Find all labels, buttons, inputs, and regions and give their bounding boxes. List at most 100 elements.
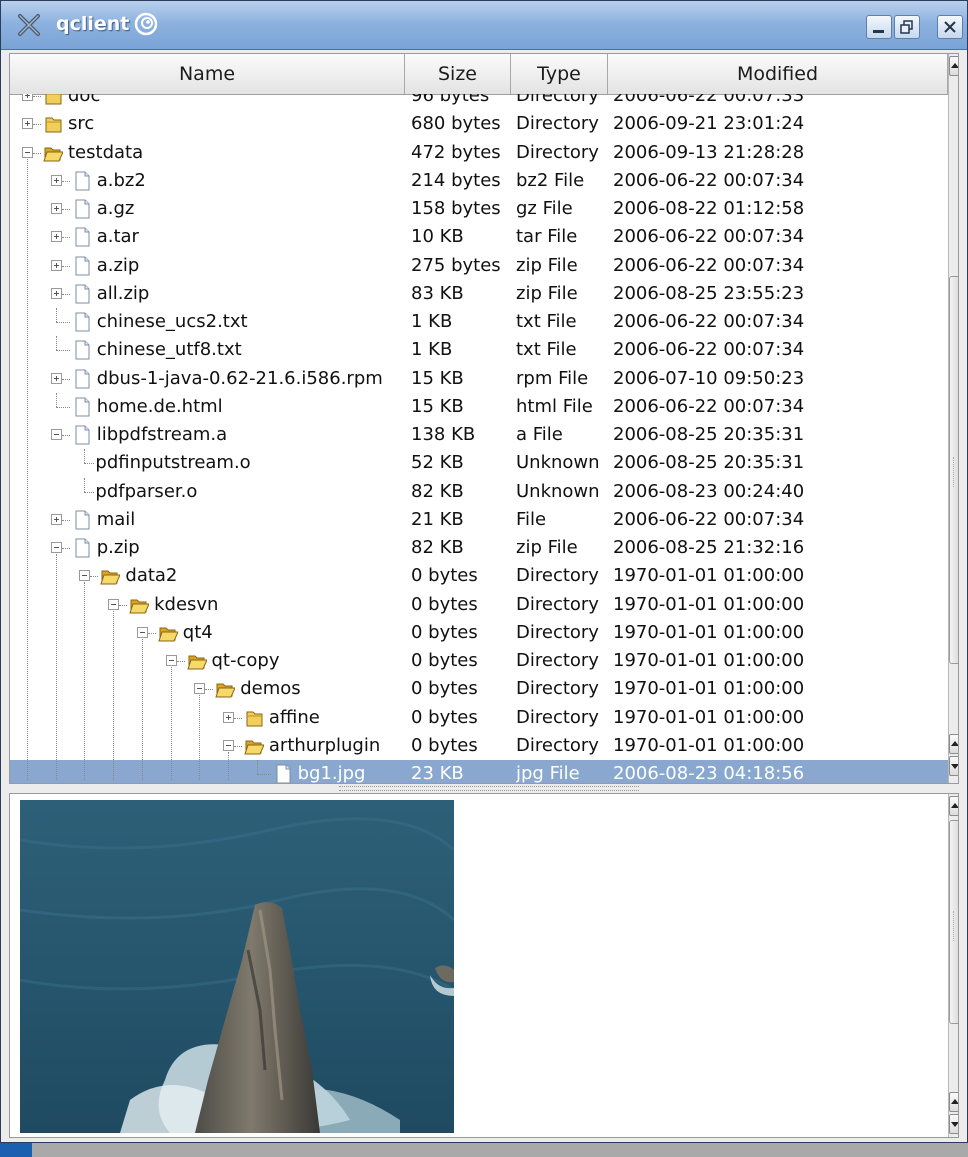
preview-scroll-thumb[interactable] — [949, 820, 958, 1024]
row-type: Directory — [516, 734, 599, 756]
collapse-icon[interactable] — [108, 598, 120, 610]
tree-guide-line — [84, 582, 86, 780]
table-row[interactable]: all.zip 83 KB zip File 2006-08-25 23:55:23 — [10, 280, 948, 308]
row-name: chinese_ucs2.txt — [96, 311, 248, 332]
table-row[interactable]: mail 21 KB File 2006-06-22 00:07:34 — [10, 506, 948, 534]
collapse-icon[interactable] — [50, 542, 62, 553]
title-bar[interactable]: qclient — [1, 1, 967, 50]
column-name[interactable]: Name — [10, 54, 405, 94]
row-modified: 2006-08-25 20:35:31 — [613, 452, 805, 474]
row-size: 0 bytes — [411, 734, 478, 756]
folder-open-icon — [158, 622, 179, 644]
collapse-icon[interactable] — [222, 739, 234, 751]
qclient-window: qclient Name Size Type Modified doc 96 b… — [0, 0, 968, 1143]
row-modified: 2006-06-22 00:07:34 — [613, 254, 805, 276]
collapse-icon[interactable] — [79, 570, 91, 582]
preview-scrollbar[interactable] — [948, 794, 958, 1137]
collapse-icon[interactable] — [165, 655, 177, 666]
table-row[interactable]: a.tar 10 KB tar File 2006-06-22 00:07:34 — [10, 223, 948, 251]
row-type: File — [516, 508, 547, 530]
collapse-icon[interactable] — [194, 683, 206, 695]
file-tree-view[interactable]: Name Size Type Modified doc 96 bytes Direc… — [9, 53, 959, 784]
table-row[interactable]: p.zip 82 KB zip File 2006-08-25 21:32:16 — [10, 534, 948, 562]
arrow-up-icon — [951, 741, 958, 746]
row-type: Directory — [516, 593, 599, 615]
row-size: 83 KB — [411, 282, 464, 304]
table-row[interactable]: doc 96 bytes Directory 2006-06-22 00:07:33 — [10, 94, 948, 110]
row-modified: 2006-06-22 00:07:34 — [613, 508, 805, 530]
minimize-button[interactable] — [866, 15, 892, 39]
preview-scroll-up-top-button[interactable] — [949, 796, 958, 816]
expand-icon[interactable] — [50, 513, 62, 525]
row-name: qt4 — [182, 621, 213, 643]
restore-button[interactable] — [894, 15, 920, 39]
preview-scroll-up-button[interactable] — [949, 1092, 958, 1112]
expand-icon[interactable] — [50, 174, 62, 186]
expand-icon[interactable] — [22, 118, 33, 130]
table-row[interactable]: pdfparser.o 82 KB Unknown 2006-08-23 00:24:… — [10, 477, 948, 506]
table-row[interactable]: dbus-1-java-0.62-21.6.i586.rpm 15 KB rpm F… — [10, 365, 948, 393]
table-row[interactable]: src 680 bytes Directory 2006-09-21 23:01:24 — [10, 110, 948, 138]
tree-guide-line — [55, 554, 57, 780]
arrow-down-icon — [951, 1122, 958, 1127]
expand-icon[interactable] — [50, 287, 62, 299]
tree-scrollbar[interactable] — [948, 54, 958, 783]
x-logo-icon[interactable] — [15, 11, 43, 39]
table-row[interactable]: libpdfstream.a 138 KB a File 2006-08-25 20:… — [10, 421, 948, 449]
folder-open-icon — [129, 594, 150, 616]
table-row[interactable]: pdfinputstream.o 52 KB Unknown 2006-08-25 2… — [10, 449, 948, 477]
table-row[interactable]: arthurplugin 0 bytes Directory 1970-01-01 0… — [10, 732, 948, 760]
scroll-up-top-button[interactable] — [949, 56, 958, 76]
close-button[interactable] — [937, 15, 963, 39]
row-name: mail — [96, 508, 136, 530]
scroll-up-button[interactable] — [949, 734, 958, 754]
expand-icon[interactable] — [50, 203, 62, 214]
file-icon — [72, 396, 92, 418]
expand-icon[interactable] — [222, 711, 234, 723]
table-row[interactable]: chinese_utf8.txt 1 KB txt File 2006-06-22 0… — [10, 336, 948, 364]
expand-icon[interactable] — [22, 94, 33, 101]
table-row[interactable]: demos 0 bytes Directory 1970-01-01 01:00:00 — [10, 675, 948, 703]
column-modified[interactable]: Modified — [608, 54, 948, 94]
table-row[interactable]: qt4 0 bytes Directory 1970-01-01 01:00:00 — [10, 619, 948, 647]
table-row[interactable]: qt-copy 0 bytes Directory 1970-01-01 01:00:… — [10, 647, 948, 675]
file-icon — [273, 763, 293, 783]
table-row[interactable]: a.bz2 214 bytes bz2 File 2006-06-22 00:07:3… — [10, 167, 948, 195]
splitter-handle[interactable] — [9, 784, 959, 792]
row-name: pdfparser.o — [95, 480, 198, 502]
sea-stack-photo — [20, 800, 454, 1133]
table-row[interactable]: bg1.jpg 23 KB jpg File 2006-08-23 04:18:56 — [10, 760, 948, 783]
row-type: zip File — [516, 254, 578, 276]
table-row[interactable]: a.gz 158 bytes gz File 2006-08-22 01:12:58 — [10, 195, 948, 223]
row-type: Directory — [516, 650, 599, 671]
tree-scroll-thumb[interactable] — [949, 276, 958, 664]
file-icon — [72, 339, 92, 361]
column-size[interactable]: Size — [405, 54, 511, 94]
row-name: testdata — [68, 141, 144, 163]
table-row[interactable]: testdata 472 bytes Directory 2006-09-13 21:… — [10, 139, 948, 167]
row-size: 0 bytes — [411, 565, 478, 587]
row-name: a.bz2 — [96, 169, 146, 191]
expand-icon[interactable] — [50, 259, 62, 271]
expand-icon[interactable] — [50, 231, 62, 243]
scroll-down-button[interactable] — [949, 756, 958, 776]
preview-scroll-down-button[interactable] — [949, 1114, 958, 1134]
collapse-icon[interactable] — [22, 146, 33, 158]
table-row[interactable]: home.de.html 15 KB html File 2006-06-22 00:… — [10, 392, 948, 421]
table-row[interactable]: a.zip 275 bytes zip File 2006-06-22 00:07:3… — [10, 252, 948, 280]
folder-icon — [43, 94, 63, 107]
collapse-icon[interactable] — [136, 626, 148, 638]
column-type[interactable]: Type — [511, 54, 608, 94]
row-type: txt File — [516, 339, 577, 361]
table-row[interactable]: affine 0 bytes Directory 1970-01-01 01:00:0… — [10, 704, 948, 732]
row-modified: 2006-07-10 09:50:23 — [613, 367, 805, 389]
row-type: Directory — [516, 113, 599, 135]
file-icon — [72, 170, 92, 192]
table-row[interactable]: kdesvn 0 bytes Directory 1970-01-01 01:00:0… — [10, 591, 948, 619]
collapse-icon[interactable] — [50, 429, 62, 440]
row-modified: 2006-09-21 23:01:24 — [613, 113, 805, 135]
expand-icon[interactable] — [50, 372, 62, 384]
table-row[interactable]: data2 0 bytes Directory 1970-01-01 01:00:00 — [10, 562, 948, 590]
table-row[interactable]: chinese_ucs2.txt 1 KB txt File 2006-06-22 0… — [10, 308, 948, 336]
folder-open-icon — [186, 650, 208, 672]
